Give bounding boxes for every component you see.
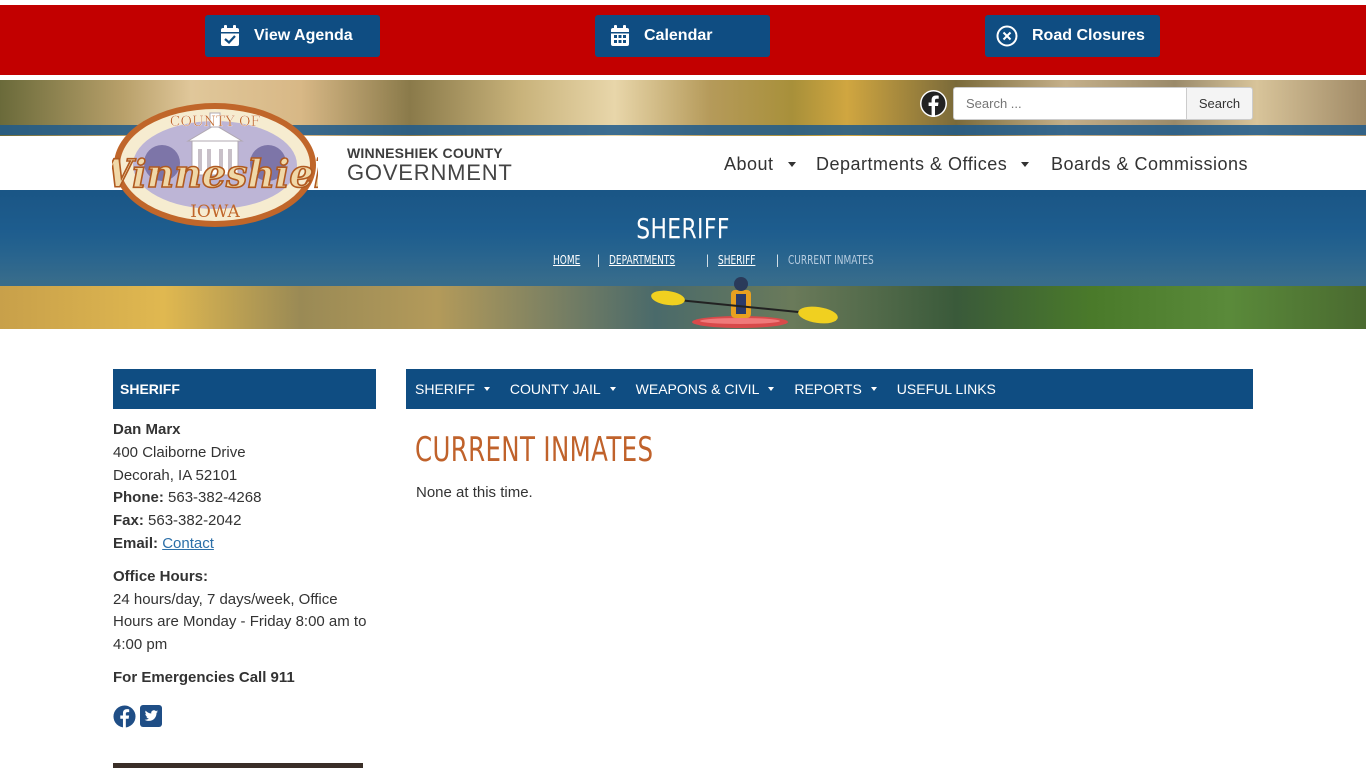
circle-x-icon — [996, 25, 1018, 47]
subnav-item-useful-links[interactable]: USEFUL LINKS — [897, 381, 996, 397]
calendar-button[interactable]: Calendar — [595, 15, 770, 57]
fax-label: Fax: — [113, 512, 144, 530]
sheriff-name: Dan Marx — [113, 421, 181, 438]
phone-number: 563-382-4268 — [168, 489, 262, 507]
caret-down-icon — [483, 387, 490, 391]
caret-down-icon — [870, 387, 877, 391]
subnav-useful-links-label: USEFUL LINKS — [896, 381, 996, 397]
calendar-grid-icon — [611, 25, 629, 46]
nav-about-label: About — [724, 153, 774, 174]
subnav-item-reports[interactable]: REPORTS — [794, 381, 877, 397]
nav-item-boards[interactable]: Boards & Commissions — [1051, 152, 1248, 176]
subnav-item-weapons-civil[interactable]: WEAPONS & CIVIL — [636, 381, 775, 397]
nav-item-about[interactable]: About — [724, 152, 796, 176]
breadcrumb-sheriff[interactable]: SHERIFF — [718, 253, 755, 267]
emergency-text: For Emergencies Call 911 — [113, 668, 295, 686]
phone-label: Phone: — [113, 489, 164, 507]
nav-item-departments[interactable]: Departments & Offices — [816, 152, 1030, 176]
subnav-weapons-civil-label: WEAPONS & CIVIL — [635, 381, 760, 397]
brand-line-1: WINNESHIEK COUNTY — [347, 145, 503, 161]
sidebar-social-links — [113, 705, 162, 728]
breadcrumb-current: CURRENT INMATES — [787, 253, 874, 267]
caret-down-icon — [787, 161, 796, 167]
subnav-reports-label: REPORTS — [794, 381, 862, 397]
subnav-item-county-jail[interactable]: COUNTY JAIL — [510, 381, 616, 397]
logo-main-text: Winneshiek — [112, 151, 318, 196]
view-agenda-label: View Agenda — [254, 27, 353, 44]
county-seal-logo[interactable]: COUNTY OF Winneshiek IOWA — [112, 101, 318, 229]
facebook-icon[interactable] — [920, 90, 947, 117]
address-line-2: Decorah, IA 52101 — [113, 466, 238, 484]
breadcrumb: HOME | DEPARTMENTS | SHERIFF | CURRENT I… — [553, 252, 902, 268]
subnav-sheriff-label: SHERIFF — [415, 381, 475, 397]
address-line-1: 400 Claiborne Drive — [113, 443, 246, 461]
calendar-label: Calendar — [644, 27, 713, 44]
kayaker-image — [651, 277, 838, 328]
site-brand[interactable]: WINNESHIEK COUNTY GOVERNMENT — [347, 145, 513, 186]
nav-departments-label: Departments & Offices — [816, 153, 1008, 174]
calendar-check-icon — [221, 25, 239, 46]
search-input[interactable] — [953, 87, 1186, 120]
breadcrumb-home[interactable]: HOME — [553, 253, 580, 267]
email-contact-link[interactable]: Contact — [162, 535, 214, 552]
office-hours-text: 24 hours/day, 7 days/week, Office Hours … — [113, 590, 367, 654]
office-hours-label: Office Hours: — [113, 567, 209, 585]
nav-boards-label: Boards & Commissions — [1051, 153, 1249, 174]
search-button[interactable]: Search — [1186, 87, 1253, 120]
caret-down-icon — [768, 387, 775, 391]
sidebar-image — [113, 763, 363, 768]
content-body: None at this time. — [416, 484, 533, 501]
breadcrumb-separator: | — [775, 253, 779, 267]
facebook-icon[interactable] — [113, 705, 136, 728]
breadcrumb-departments[interactable]: DEPARTMENTS — [609, 253, 675, 267]
view-agenda-button[interactable]: View Agenda — [205, 15, 380, 57]
logo-top-text: COUNTY OF — [170, 114, 261, 130]
search-form: Search — [953, 87, 1253, 120]
breadcrumb-separator: | — [705, 253, 709, 267]
content-title: CURRENT INMATES — [415, 430, 654, 470]
sidebar-contact-info: Dan Marx 400 Claiborne Drive Decorah, IA… — [113, 419, 373, 690]
fax-number: 563-382-2042 — [148, 512, 242, 530]
breadcrumb-separator: | — [597, 253, 601, 267]
section-subnav: SHERIFF COUNTY JAIL WEAPONS & CIVIL REPO… — [406, 369, 1253, 409]
sidebar-heading: SHERIFF — [113, 369, 376, 409]
road-closures-label: Road Closures — [1032, 27, 1145, 44]
caret-down-icon — [609, 387, 616, 391]
email-label: Email: — [113, 534, 159, 552]
quick-links-bar: View Agenda Calendar Road Closures — [0, 0, 1366, 80]
subnav-item-sheriff[interactable]: SHERIFF — [415, 381, 490, 397]
twitter-icon[interactable] — [140, 705, 162, 727]
brand-line-2: GOVERNMENT — [347, 160, 513, 185]
caret-down-icon — [1021, 161, 1030, 167]
subnav-county-jail-label: COUNTY JAIL — [509, 381, 601, 397]
road-closures-button[interactable]: Road Closures — [985, 15, 1160, 57]
page-title: SHERIFF — [636, 212, 730, 245]
